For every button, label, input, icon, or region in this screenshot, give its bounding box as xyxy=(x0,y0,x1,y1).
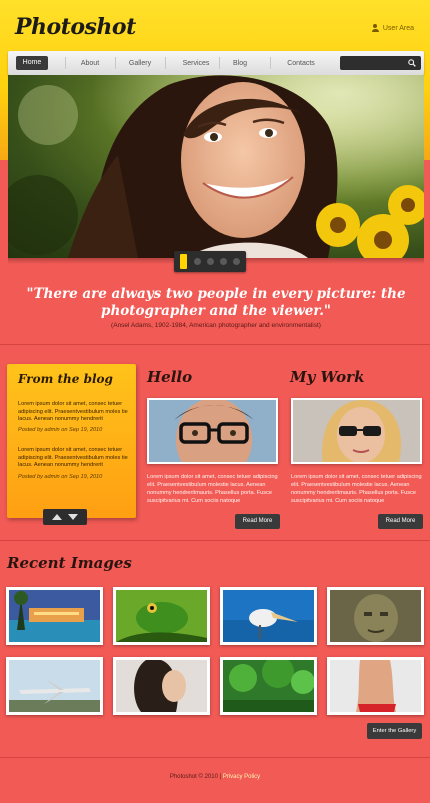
gallery-thumb-airplane[interactable] xyxy=(6,657,103,715)
nav-item-about[interactable]: About xyxy=(66,57,114,70)
gallery-thumb-forest[interactable] xyxy=(220,657,317,715)
my-work-text: Lorem ipsum dolor sit amet, consec tetue… xyxy=(291,474,422,504)
footer-copyright: Photoshot © 2010 | xyxy=(169,774,222,780)
site-logo[interactable]: Photoshot xyxy=(15,14,136,40)
user-icon xyxy=(371,24,379,32)
user-area-link[interactable]: User Area xyxy=(371,24,414,32)
blog-scroll-controls xyxy=(43,509,87,525)
enter-gallery-button[interactable]: Enter the Gallery xyxy=(367,723,422,739)
man-with-glasses-photo xyxy=(149,400,276,462)
slider-dot[interactable] xyxy=(233,258,240,265)
hero-slider-image xyxy=(8,75,424,258)
section-divider xyxy=(0,540,430,541)
hello-title: Hello xyxy=(147,368,193,386)
user-area-label: User Area xyxy=(382,24,414,32)
blog-title: From the blog xyxy=(18,372,113,386)
gallery-thumb-bikini[interactable] xyxy=(327,657,424,715)
gallery-thumb-woman-profile[interactable] xyxy=(113,657,210,715)
search-input[interactable] xyxy=(344,57,404,69)
quote-credit: (Ansel Adams, 1902-1984, American photog… xyxy=(111,322,321,329)
hello-read-more-button[interactable]: Read More xyxy=(235,514,280,529)
slider-dot[interactable] xyxy=(194,258,201,265)
my-work-read-more-button[interactable]: Read More xyxy=(378,514,423,529)
main-navigation: Home About Gallery Services Blog Contact… xyxy=(8,51,424,75)
gallery-thumb-pelican[interactable] xyxy=(220,587,317,645)
search-box xyxy=(340,56,421,70)
slider-dot[interactable] xyxy=(207,258,214,265)
slider-dot-active[interactable] xyxy=(180,254,187,269)
hero-photo-woman xyxy=(8,75,424,258)
recent-images-title: Recent Images xyxy=(7,554,132,572)
nav-item-contacts[interactable]: Contacts xyxy=(271,57,331,70)
chevron-up-icon[interactable] xyxy=(52,514,62,520)
slider-pagination xyxy=(174,251,246,272)
blog-post-meta: Posted by admin on Sep 19, 2010 xyxy=(18,474,103,480)
blog-widget: From the blog Lorem ipsum dolor sit amet… xyxy=(7,364,136,518)
search-icon[interactable] xyxy=(408,59,416,67)
gallery-thumb-resort[interactable] xyxy=(6,587,103,645)
gallery-thumb-frog[interactable] xyxy=(113,587,210,645)
chevron-down-icon[interactable] xyxy=(68,514,78,520)
section-divider xyxy=(0,344,430,345)
privacy-policy-link[interactable]: Privacy Policy xyxy=(223,774,260,780)
quote-text: "There are always two people in every pi… xyxy=(26,286,406,319)
footer-divider xyxy=(0,757,430,758)
nav-item-blog[interactable]: Blog xyxy=(220,57,260,70)
footer: Photoshot © 2010 | Privacy Policy xyxy=(0,774,430,780)
nav-item-services[interactable]: Services xyxy=(166,57,226,70)
hello-image xyxy=(147,398,278,464)
slider-dot[interactable] xyxy=(220,258,227,265)
nav-item-home[interactable]: Home xyxy=(16,56,48,70)
nav-item-gallery[interactable]: Gallery xyxy=(116,57,164,70)
blog-post-text[interactable]: Lorem ipsum dolor sit amet, consec tetue… xyxy=(18,447,128,470)
blog-post-meta: Posted by admin on Sep 19, 2010 xyxy=(18,427,103,433)
hello-text: Lorem ipsum dolor sit amet, consec tetue… xyxy=(147,474,278,504)
blog-post-text[interactable]: Lorem ipsum dolor sit amet, consec tetue… xyxy=(18,401,128,424)
woman-sunglasses-photo xyxy=(293,400,420,462)
my-work-image xyxy=(291,398,422,464)
gallery-thumb-statue[interactable] xyxy=(327,587,424,645)
my-work-title: My Work xyxy=(290,368,365,386)
